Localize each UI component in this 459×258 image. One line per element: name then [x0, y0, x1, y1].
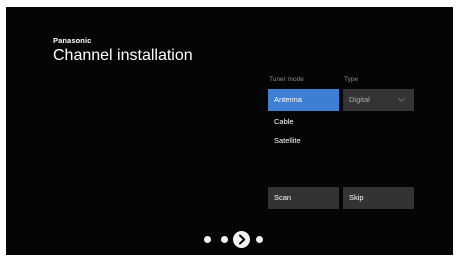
- tuner-mode-label: Tuner mode: [269, 76, 304, 83]
- step-pager: [6, 230, 453, 250]
- step-dot: [204, 236, 211, 243]
- tv-screen: Panasonic Channel installation Tuner mod…: [6, 7, 453, 255]
- tuner-option-satellite[interactable]: Satellite: [268, 130, 339, 152]
- step-dot: [256, 236, 263, 243]
- chevron-right-icon: [239, 234, 246, 245]
- type-label: Type: [344, 76, 359, 83]
- page-title: Channel installation: [53, 47, 193, 64]
- scan-button[interactable]: Scan: [268, 187, 339, 209]
- tuner-option-antenna[interactable]: Antenna: [268, 89, 339, 111]
- skip-button[interactable]: Skip: [343, 187, 414, 209]
- type-dropdown[interactable]: Digital: [343, 89, 414, 111]
- type-dropdown-value: Digital: [349, 95, 370, 104]
- brand-logo: Panasonic: [53, 36, 92, 45]
- next-button[interactable]: [233, 231, 250, 248]
- step-dot: [221, 236, 228, 243]
- chevron-down-icon: [397, 94, 406, 103]
